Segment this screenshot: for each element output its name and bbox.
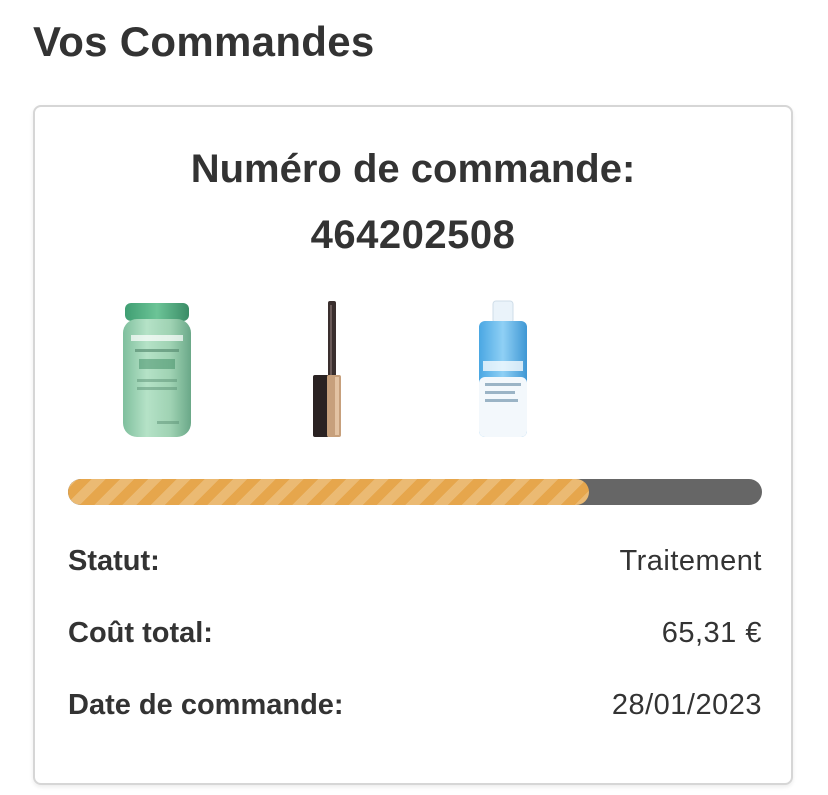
total-cost-label: Coût total: [68,617,213,649]
order-card[interactable]: Numéro de commande: 464202508 Statut: Tr… [33,105,793,785]
order-progress-bar [68,479,762,505]
total-cost-row: Coût total: 65,31 € [68,617,762,657]
order-number: 464202508 [310,213,516,257]
status-label: Statut: [68,545,160,577]
micellar-water-bottle-icon[interactable] [473,297,533,442]
order-date-row: Date de commande: 28/01/2023 [68,689,762,729]
order-date-value: 28/01/2023 [611,689,762,721]
page-title: Vos Commandes [33,18,375,65]
shampoo-bottle-icon[interactable] [117,297,197,442]
eyeshadow-stick-icon[interactable] [305,297,355,442]
order-progress-fill [68,479,589,505]
order-date-label: Date de commande: [68,689,344,721]
status-value: Traitement [619,545,762,577]
product-thumbnails [35,297,791,442]
status-row: Statut: Traitement [68,545,762,585]
total-cost-value: 65,31 € [661,617,762,649]
order-number-label: Numéro de commande: [190,147,636,191]
